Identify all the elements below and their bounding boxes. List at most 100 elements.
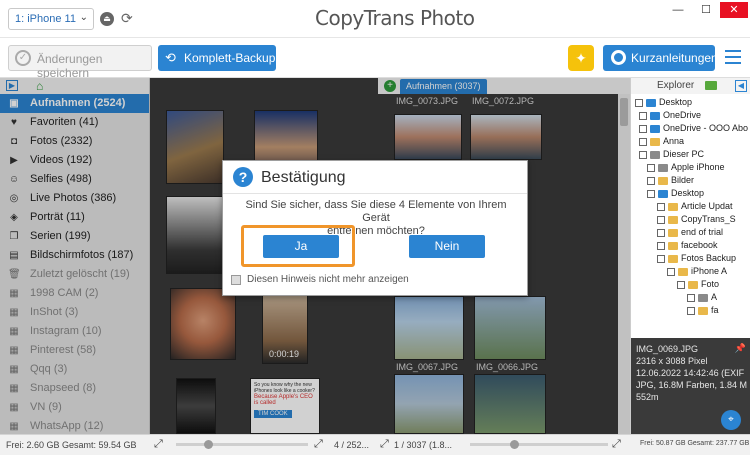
tree-item-label: Apple iPhone bbox=[671, 162, 725, 172]
dialog-message-line: Sind Sie sicher, dass Sie diese 4 Elemen… bbox=[245, 199, 507, 224]
info-dimensions: 2316 x 3088 Pixel bbox=[636, 356, 708, 366]
tree-item-label: Bilder bbox=[671, 175, 695, 185]
hamburger-menu-icon[interactable] bbox=[725, 50, 741, 68]
dialog-title: Bestätigung bbox=[261, 169, 346, 186]
eject-icon[interactable]: ⏏ bbox=[100, 12, 114, 26]
maximize-button[interactable]: ☐ bbox=[692, 2, 720, 18]
folder-icon[interactable] bbox=[705, 81, 717, 90]
info-filename: IMG_0069.JPG bbox=[636, 344, 699, 354]
tree-item-label: fa bbox=[711, 305, 719, 315]
expand-icon[interactable]: ⤢ bbox=[314, 438, 323, 451]
tree-checkbox[interactable] bbox=[639, 124, 647, 133]
tree-item[interactable]: OneDrive bbox=[639, 109, 701, 122]
tree-item[interactable]: Foto bbox=[677, 278, 719, 291]
title-bar: 1: iPhone 11 ⌄ ⏏ ⟳ CopyTrans Photo — ☐ ✕ bbox=[0, 0, 750, 38]
tree-item[interactable]: CopyTrans_S bbox=[657, 213, 736, 226]
tree-item[interactable]: OneDrive - OOO Abo bbox=[639, 122, 748, 135]
info-distance: 552m bbox=[636, 392, 659, 402]
tree-item[interactable]: Desktop bbox=[635, 96, 692, 109]
pc-storage: Frei: 50.87 GB Gesamt: 237.77 GB bbox=[640, 440, 750, 447]
minimize-button[interactable]: — bbox=[664, 2, 692, 18]
tree-checkbox[interactable] bbox=[667, 267, 675, 276]
tree-checkbox[interactable] bbox=[657, 241, 665, 250]
tree-item[interactable]: Anna bbox=[639, 135, 684, 148]
tree-item-label: Desktop bbox=[659, 97, 693, 107]
save-changes-button[interactable]: ✓ Änderungen speichern bbox=[8, 45, 152, 80]
tree-item[interactable]: facebook bbox=[657, 239, 718, 252]
pin-icon[interactable]: 📌 bbox=[735, 342, 746, 354]
tree-checkbox[interactable] bbox=[687, 293, 695, 302]
tree-checkbox[interactable] bbox=[657, 215, 665, 224]
tree-checkbox[interactable] bbox=[677, 280, 685, 289]
explorer-header: Explorer ◀ bbox=[631, 78, 750, 94]
refresh-icon[interactable]: ⟳ bbox=[121, 10, 133, 27]
toolbar: ✓ Änderungen speichern ⟲ Komplett-Backup… bbox=[0, 38, 750, 80]
folder-icon bbox=[668, 228, 678, 237]
folder-icon bbox=[650, 150, 660, 159]
tree-item[interactable]: fa bbox=[687, 304, 719, 317]
dont-show-again-checkbox[interactable] bbox=[231, 275, 241, 285]
tree-item[interactable]: iPhone A bbox=[667, 265, 727, 278]
history-icon: ⟲ bbox=[165, 50, 176, 65]
tree-item-label: iPhone A bbox=[691, 266, 728, 276]
save-changes-label: Änderungen speichern bbox=[37, 52, 103, 80]
device-select[interactable]: 1: iPhone 11 ⌄ bbox=[8, 8, 94, 30]
explorer-panel: Explorer ◀ Desktop OneDrive OneDrive - OOO… bbox=[630, 78, 750, 338]
zoom-slider-handle[interactable] bbox=[204, 440, 213, 449]
tree-item-label: A bbox=[711, 292, 718, 302]
tree-item[interactable]: Bilder bbox=[647, 174, 694, 187]
folder-icon bbox=[668, 254, 678, 263]
tree-checkbox[interactable] bbox=[647, 176, 655, 185]
tree-checkbox[interactable] bbox=[657, 228, 665, 237]
tree-item-label: Foto bbox=[701, 279, 720, 289]
app-logo: CopyTrans Photo bbox=[315, 6, 475, 30]
expand-icon[interactable]: ⤢ bbox=[154, 438, 163, 451]
close-button[interactable]: ✕ bbox=[720, 2, 748, 18]
folder-icon bbox=[650, 111, 660, 120]
chevron-down-icon: ⌄ bbox=[79, 12, 88, 23]
quick-guides-button[interactable]: Kurzanleitungen bbox=[603, 45, 718, 71]
explorer-title: Explorer bbox=[657, 80, 695, 91]
compass-icon[interactable]: ⌖ bbox=[721, 410, 741, 430]
tree-item-label: end of trial bbox=[681, 227, 724, 237]
tree-item-label: Anna bbox=[663, 136, 685, 146]
right-selection-count: 1 / 3037 (1.8... bbox=[394, 440, 453, 450]
tree-checkbox[interactable] bbox=[639, 111, 647, 120]
status-bar: Frei: 2.60 GB Gesamt: 59.54 GB ⤢ ⤢ 4 / 2… bbox=[0, 434, 750, 455]
folder-icon bbox=[668, 241, 678, 250]
tree-item[interactable]: end of trial bbox=[657, 226, 723, 239]
app-logo-text: CopyTrans Photo bbox=[315, 6, 475, 30]
tree-checkbox[interactable] bbox=[657, 202, 665, 211]
folder-icon bbox=[658, 176, 668, 185]
tree-checkbox[interactable] bbox=[635, 98, 643, 107]
zoom-slider[interactable] bbox=[470, 440, 608, 449]
full-backup-button[interactable]: ⟲ Komplett-Backup bbox=[158, 45, 276, 71]
tree-checkbox[interactable] bbox=[657, 254, 665, 263]
tree-checkbox[interactable] bbox=[687, 306, 695, 315]
question-icon: ? bbox=[233, 167, 253, 187]
tree-item[interactable]: A bbox=[687, 291, 717, 304]
tree-checkbox[interactable] bbox=[639, 137, 647, 146]
zoom-slider-handle[interactable] bbox=[510, 440, 519, 449]
folder-icon bbox=[688, 280, 698, 289]
tree-checkbox[interactable] bbox=[647, 163, 655, 172]
no-button[interactable]: Nein bbox=[409, 235, 485, 258]
tree-item[interactable]: Dieser PC bbox=[639, 148, 704, 161]
folder-icon bbox=[650, 124, 660, 133]
tree-item[interactable]: Article Updat bbox=[657, 200, 733, 213]
collapse-panel-icon[interactable]: ◀ bbox=[735, 80, 747, 92]
photo-info-panel: 📌 IMG_0069.JPG 2316 x 3088 Pixel 12.06.2… bbox=[630, 338, 750, 434]
tree-item[interactable]: Fotos Backup bbox=[657, 252, 736, 265]
tree-checkbox[interactable] bbox=[639, 150, 647, 159]
full-backup-label: Komplett-Backup bbox=[184, 51, 276, 65]
tree-checkbox[interactable] bbox=[647, 189, 655, 198]
tree-item-label: OneDrive bbox=[663, 110, 702, 120]
yes-button[interactable]: Ja bbox=[263, 235, 339, 258]
expand-icon[interactable]: ⤢ bbox=[380, 438, 389, 451]
tree-item[interactable]: Apple iPhone bbox=[647, 161, 725, 174]
expand-icon[interactable]: ⤢ bbox=[612, 438, 621, 451]
folder-icon bbox=[658, 189, 668, 198]
zoom-slider[interactable] bbox=[176, 440, 308, 449]
tree-item[interactable]: Desktop bbox=[647, 187, 704, 200]
lightbulb-icon[interactable]: ✦ bbox=[568, 45, 594, 71]
